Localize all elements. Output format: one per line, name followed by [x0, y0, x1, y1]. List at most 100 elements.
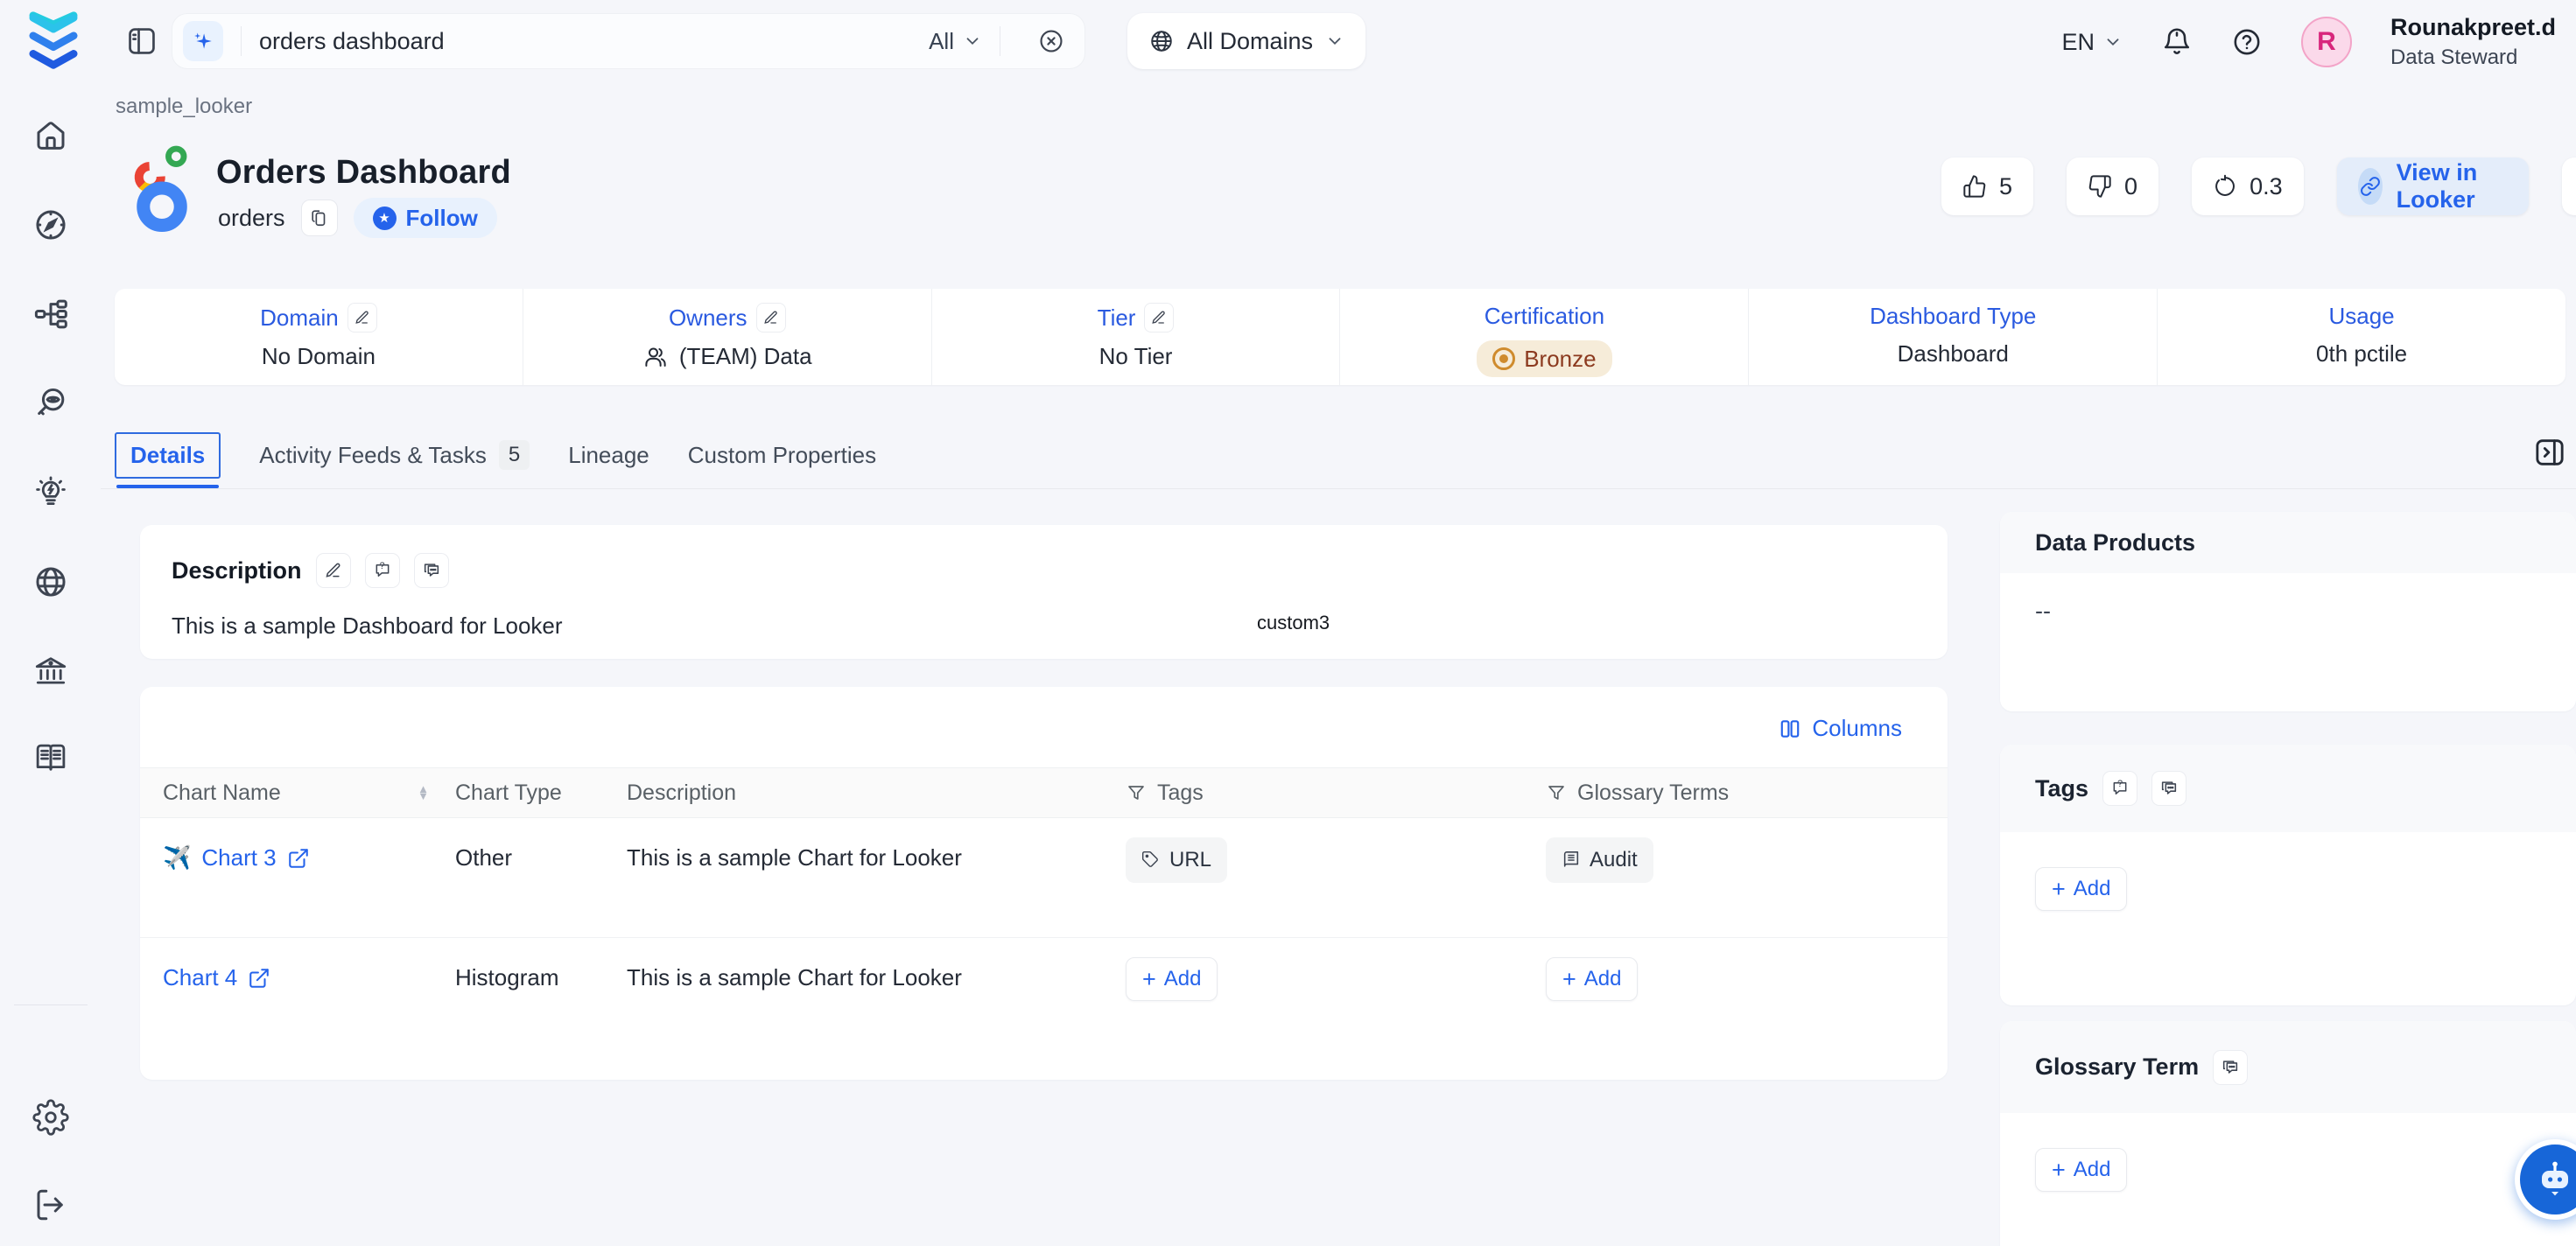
- col-glossary-terms[interactable]: Glossary Terms: [1546, 780, 1948, 806]
- view-in-looker-button[interactable]: View in Looker: [2337, 158, 2529, 215]
- copy-icon[interactable]: [301, 200, 338, 236]
- add-label: Add: [1584, 967, 1622, 991]
- tabs-divider: [101, 488, 2576, 489]
- thumbs-up-icon: [1962, 174, 1987, 199]
- question-bubble-icon[interactable]: ?: [365, 553, 400, 588]
- avatar-initial: R: [2317, 27, 2336, 57]
- tag-pill-url[interactable]: URL: [1126, 837, 1227, 883]
- tags-title: Tags: [2035, 775, 2088, 802]
- metadata-summary-card: Domain No Domain Owners (TEAM) Data Tier: [115, 289, 2565, 385]
- page-title: Orders Dashboard: [216, 154, 511, 192]
- user-avatar[interactable]: R: [2301, 17, 2352, 67]
- chevron-down-icon: [1325, 32, 1344, 51]
- add-tag-button[interactable]: + Add: [2035, 867, 2127, 911]
- all-domains-label: All Domains: [1187, 28, 1313, 55]
- asset-subtitle: orders: [218, 205, 285, 232]
- columns-button[interactable]: Columns: [1779, 715, 1902, 742]
- tab-lineage[interactable]: Lineage: [568, 442, 649, 469]
- thumbs-down-icon: [2088, 174, 2112, 199]
- tab-custom-properties[interactable]: Custom Properties: [688, 442, 876, 469]
- divider: [241, 26, 242, 56]
- add-glossary-term-button[interactable]: + Add: [2035, 1148, 2127, 1192]
- domains-globe-icon[interactable]: [32, 564, 69, 600]
- global-search-bar[interactable]: orders dashboard All: [172, 13, 1085, 69]
- clear-search-icon[interactable]: [1037, 27, 1065, 55]
- tab-activity-feeds[interactable]: Activity Feeds & Tasks 5: [259, 440, 530, 470]
- edit-owners-icon[interactable]: [756, 303, 786, 332]
- suggestions-bubbles-icon[interactable]: [2151, 771, 2186, 806]
- col-chart-name[interactable]: Chart Name ▲▼: [140, 780, 455, 806]
- insights-bulb-icon[interactable]: [32, 474, 69, 511]
- chart-3-link[interactable]: ✈️ Chart 3: [163, 844, 310, 872]
- help-icon[interactable]: [2231, 26, 2263, 58]
- question-bubble-icon[interactable]: ?: [2102, 771, 2137, 806]
- breadcrumb[interactable]: sample_looker: [116, 94, 252, 119]
- tab-activity-label: Activity Feeds & Tasks: [259, 442, 487, 469]
- external-link-icon[interactable]: [287, 847, 310, 870]
- tab-details[interactable]: Details: [115, 432, 221, 479]
- edit-tier-icon[interactable]: [1144, 303, 1174, 332]
- usage-label[interactable]: Usage: [2328, 303, 2394, 330]
- home-icon[interactable]: [32, 117, 69, 154]
- domain-label[interactable]: Domain: [260, 304, 339, 332]
- downvote-button[interactable]: 0: [2067, 158, 2158, 215]
- more-actions-button[interactable]: ⋮: [2562, 158, 2576, 215]
- dashboard-type-label[interactable]: Dashboard Type: [1870, 303, 2036, 330]
- search-scope-label: All: [929, 28, 954, 55]
- col-chart-type[interactable]: Chart Type: [455, 780, 627, 806]
- owners-label[interactable]: Owners: [669, 304, 748, 332]
- table-row: Chart 4 Histogram This is a sample Chart…: [140, 938, 1948, 1060]
- sidebar-toggle-icon[interactable]: [125, 24, 158, 58]
- ai-sparkle-icon[interactable]: [183, 21, 223, 61]
- chevron-down-icon: [963, 32, 982, 51]
- globe-icon: [1148, 28, 1175, 54]
- columns-label: Columns: [1812, 715, 1902, 742]
- add-term-button[interactable]: + Add: [1546, 957, 1638, 1001]
- data-products-value: --: [2035, 598, 2541, 625]
- search-scope-dropdown[interactable]: All: [929, 28, 982, 55]
- lineage-graph-icon[interactable]: [32, 296, 69, 332]
- meta-dashboard-type: Dashboard Type Dashboard: [1749, 289, 2158, 385]
- certification-badge[interactable]: Bronze: [1477, 340, 1611, 377]
- logout-icon[interactable]: [32, 1186, 69, 1223]
- meta-certification: Certification Bronze: [1340, 289, 1749, 385]
- chart-4-link[interactable]: Chart 4: [163, 964, 270, 991]
- edit-domain-icon[interactable]: [347, 303, 377, 332]
- collapse-panel-icon[interactable]: [2532, 435, 2567, 470]
- governance-bank-icon[interactable]: [32, 653, 69, 690]
- notifications-bell-icon[interactable]: [2161, 26, 2193, 58]
- all-domains-filter[interactable]: All Domains: [1127, 13, 1365, 69]
- sort-icon[interactable]: ▲▼: [418, 786, 429, 800]
- search-input[interactable]: orders dashboard: [259, 28, 929, 55]
- add-tag-button[interactable]: + Add: [1126, 957, 1218, 1001]
- col-tags[interactable]: Tags: [1126, 780, 1546, 806]
- tier-label[interactable]: Tier: [1098, 304, 1136, 332]
- glossary-terms-header: Glossary Terms: [1577, 780, 1729, 806]
- user-name: Rounakpreet.d: [2390, 13, 2556, 41]
- col-description[interactable]: Description: [627, 780, 1126, 806]
- table-row: ✈️ Chart 3 Other This is a sample Chart …: [140, 818, 1948, 938]
- atlan-logo[interactable]: [26, 9, 81, 72]
- follow-button[interactable]: ★ Follow: [354, 198, 497, 238]
- language-selector[interactable]: EN: [2061, 29, 2123, 56]
- settings-gear-icon[interactable]: [32, 1099, 69, 1136]
- popularity-icon: [2213, 174, 2237, 199]
- chart-name: Chart 3: [201, 844, 276, 872]
- discover-compass-icon[interactable]: [32, 206, 69, 243]
- popularity-score-button[interactable]: 0.3: [2192, 158, 2304, 215]
- certification-label[interactable]: Certification: [1485, 303, 1604, 330]
- upvote-button[interactable]: 5: [1941, 158, 2033, 215]
- popularity-score: 0.3: [2250, 173, 2283, 200]
- owners-value[interactable]: (TEAM) Data: [679, 343, 812, 370]
- edit-description-icon[interactable]: [316, 553, 351, 588]
- suggestions-bubbles-icon[interactable]: [414, 553, 449, 588]
- glossary-book-icon[interactable]: [32, 740, 69, 777]
- meta-domain: Domain No Domain: [115, 289, 523, 385]
- data-products-section: Data Products --: [2000, 512, 2576, 711]
- usage-value: 0th pctile: [2316, 340, 2407, 368]
- suggestions-bubbles-icon[interactable]: [2213, 1050, 2248, 1085]
- user-info[interactable]: Rounakpreet.d Data Steward: [2390, 13, 2556, 70]
- term-pill-audit[interactable]: Audit: [1546, 837, 1653, 883]
- external-link-icon[interactable]: [248, 967, 270, 990]
- observe-search-eye-icon[interactable]: [32, 385, 69, 422]
